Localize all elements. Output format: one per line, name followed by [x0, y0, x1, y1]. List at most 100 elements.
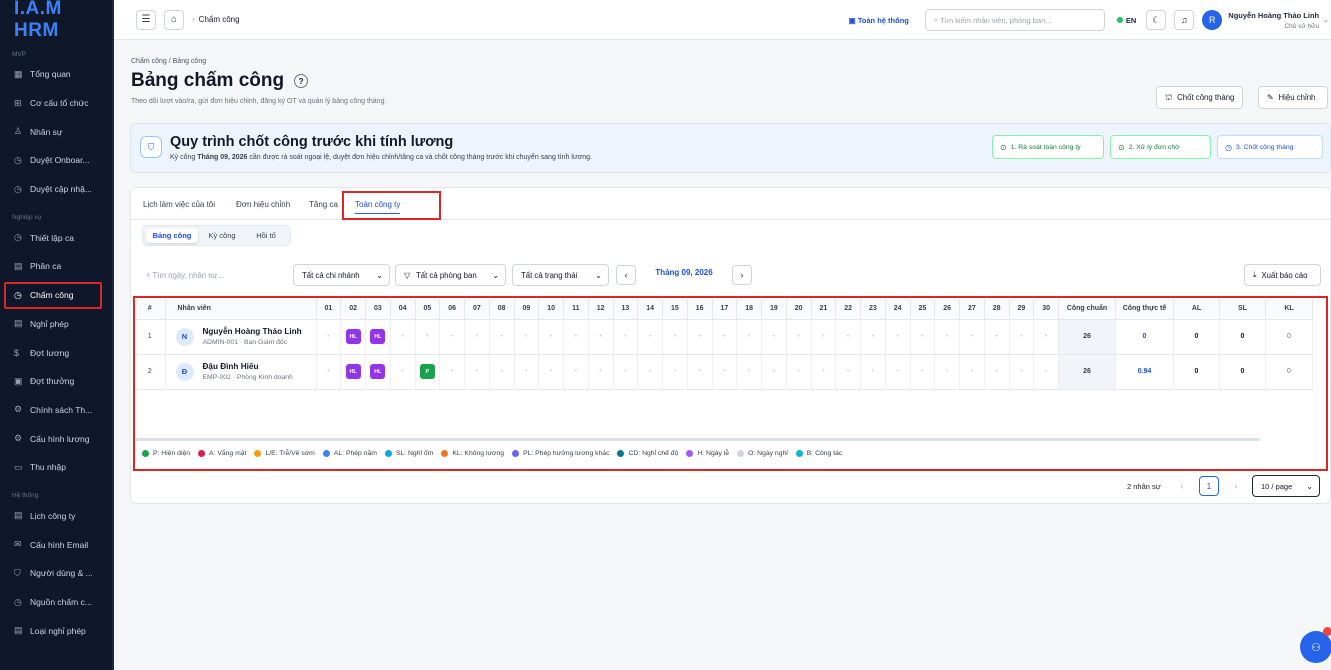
sidebar-item[interactable]: ◷ Nguồn chấm c... [0, 588, 112, 617]
day-cell[interactable]: • [637, 319, 663, 355]
day-cell[interactable]: • [786, 354, 812, 390]
day-cell[interactable]: • [811, 319, 837, 355]
day-cell[interactable]: • [761, 319, 787, 355]
next-month-button[interactable]: › [732, 265, 752, 285]
day-cell[interactable]: • [613, 319, 639, 355]
day-cell[interactable]: • [489, 354, 515, 390]
day-cell[interactable]: • [662, 319, 688, 355]
pagination-page-1[interactable]: 1 [1199, 476, 1219, 496]
day-cell[interactable]: • [563, 319, 589, 355]
day-cell[interactable]: • [1009, 319, 1035, 355]
day-cell[interactable]: • [860, 319, 886, 355]
floating-action-button[interactable]: ⚇ [1300, 627, 1331, 663]
day-cell[interactable]: • [835, 354, 861, 390]
day-cell[interactable]: • [390, 319, 416, 355]
employee-cell[interactable]: Đ Đậu Đình Hiếu EMP-002 · Phòng Kinh doanh [165, 354, 317, 390]
sidebar-item[interactable]: ◷ Chấm công [0, 281, 112, 310]
day-cell[interactable]: • [415, 319, 441, 355]
org-scope-button[interactable]: ▣ Toàn hệ thống [849, 16, 909, 25]
step-close-month[interactable]: ◷ 3. Chốt công tháng [1217, 135, 1323, 159]
notification-bell-icon[interactable]: ♫ [1174, 10, 1195, 30]
step-process-pending[interactable]: ⊙ 2. Xử lý đơn chờ [1110, 135, 1211, 159]
day-cell[interactable]: • [1033, 319, 1059, 355]
sidebar-item[interactable]: $ Đợt lương [0, 338, 112, 367]
day-cell[interactable]: • [712, 319, 738, 355]
day-cell[interactable]: • [439, 354, 465, 390]
table-row[interactable]: 1 N Nguyễn Hoàng Thảo Linh ADMIN-001 · Ban … [135, 319, 1313, 355]
grid-horizontal-scrollbar[interactable] [135, 438, 1260, 441]
theme-toggle-icon[interactable]: ☾ [1146, 10, 1167, 30]
day-cell[interactable]: • [835, 319, 861, 355]
sidebar-item[interactable]: ♙ Nhân sự [0, 117, 112, 146]
day-cell[interactable]: • [811, 354, 837, 390]
day-cell[interactable]: HL [365, 319, 391, 355]
day-cell[interactable]: • [439, 319, 465, 355]
global-search-input[interactable]: ⌕ Tìm kiếm nhân viên, phòng ban... [924, 9, 1105, 31]
day-cell[interactable]: • [736, 354, 762, 390]
export-report-button[interactable]: ⤓ Xuất báo cáo [1244, 264, 1321, 286]
help-icon[interactable]: ? [294, 74, 309, 88]
day-cell[interactable]: • [316, 354, 342, 390]
sidebar-item[interactable]: ▦ Tổng quan [0, 60, 112, 89]
app-logo[interactable]: I.A.M HRM [0, 0, 112, 41]
day-cell[interactable]: • [910, 319, 936, 355]
day-cell[interactable]: • [588, 319, 614, 355]
day-cell[interactable]: • [316, 319, 342, 355]
day-cell[interactable]: • [390, 354, 416, 390]
sidebar-item[interactable]: ⛉ Người dùng & ... [0, 559, 112, 588]
language-switch[interactable]: EN [1116, 16, 1136, 25]
user-menu-chevron-icon[interactable]: ⌄ [1323, 16, 1329, 24]
sidebar-item[interactable]: ⚙ Chính sách Th... [0, 396, 112, 425]
pagination-next-icon[interactable]: › [1226, 476, 1246, 496]
page-size-select[interactable]: 10 / page ⌄ [1252, 475, 1320, 497]
day-cell[interactable]: • [959, 319, 985, 355]
sidebar-item[interactable]: ⊞ Cơ cấu tổ chức [0, 89, 112, 118]
department-select[interactable]: ▽ Tất cả phòng ban ⌄ [395, 264, 506, 286]
prev-month-button[interactable]: ‹ [616, 265, 636, 285]
tab-my-schedule[interactable]: Lịch làm việc của tôi [143, 200, 215, 209]
sidebar-item[interactable]: ▤ Lịch công ty [0, 502, 112, 531]
day-cell[interactable]: • [687, 319, 713, 355]
grid-search-input[interactable]: ⌕ Tìm ngày, nhân sự... [141, 264, 291, 286]
day-cell[interactable]: • [984, 319, 1010, 355]
day-cell[interactable]: • [464, 354, 490, 390]
day-cell[interactable]: • [959, 354, 985, 390]
day-cell[interactable]: • [687, 354, 713, 390]
tab-adjust-requests[interactable]: Đơn hiệu chỉnh [236, 200, 290, 209]
day-cell[interactable]: HL [365, 354, 391, 390]
close-month-button[interactable]: ⛫ Chốt công tháng [1156, 86, 1244, 109]
day-cell[interactable]: • [934, 319, 960, 355]
day-cell[interactable]: • [885, 319, 911, 355]
day-cell[interactable]: • [1033, 354, 1059, 390]
day-cell[interactable]: • [984, 354, 1010, 390]
day-cell[interactable]: • [464, 319, 490, 355]
day-cell[interactable]: • [786, 319, 812, 355]
adjust-button[interactable]: ✎ Hiệu chỉnh [1258, 86, 1328, 109]
step-review-company[interactable]: ⊙ 1. Rà soát toàn công ty [992, 135, 1104, 159]
day-cell[interactable]: • [538, 319, 564, 355]
tab-overtime[interactable]: Tăng ca [309, 200, 338, 209]
sidebar-item[interactable]: ◷ Thiết lập ca [0, 223, 112, 252]
sidebar-item[interactable]: ▤ Loại nghỉ phép [0, 616, 112, 645]
day-cell[interactable]: P [415, 354, 441, 390]
menu-toggle-icon[interactable]: ☰ [136, 9, 156, 30]
status-select[interactable]: Tất cả trạng thái ⌄ [512, 264, 609, 286]
day-cell[interactable]: • [489, 319, 515, 355]
sidebar-item[interactable]: ◷ Duyệt Onboar... [0, 146, 112, 175]
day-cell[interactable]: • [613, 354, 639, 390]
sidebar-item[interactable]: ✉ Cấu hình Email [0, 530, 112, 559]
day-cell[interactable]: • [514, 354, 540, 390]
pagination-prev-icon[interactable]: ‹ [1172, 476, 1192, 496]
sidebar-item[interactable]: ▭ Thu nhập [0, 453, 112, 482]
sidebar-item[interactable]: ⚙ Cấu hình lương [0, 424, 112, 453]
segment-timesheet[interactable]: Bảng công [146, 228, 198, 243]
day-cell[interactable]: • [563, 354, 589, 390]
sidebar-item[interactable]: ▤ Nghỉ phép [0, 310, 112, 339]
sidebar-item[interactable]: ▣ Đợt thưởng [0, 367, 112, 396]
day-cell[interactable]: • [934, 354, 960, 390]
day-cell[interactable]: • [736, 319, 762, 355]
day-cell[interactable]: • [662, 354, 688, 390]
sidebar-item[interactable]: ▤ Phân ca [0, 252, 112, 281]
day-cell[interactable]: • [514, 319, 540, 355]
day-cell[interactable]: • [712, 354, 738, 390]
